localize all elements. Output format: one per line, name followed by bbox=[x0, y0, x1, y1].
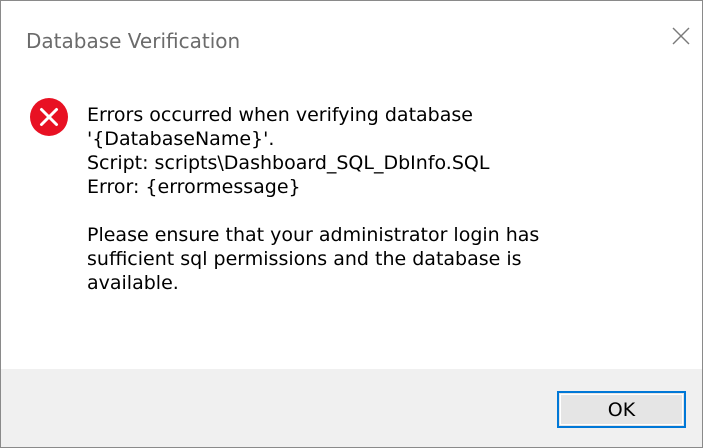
message-line: Error: {errormessage} bbox=[87, 176, 301, 198]
message-dialog: Database Verification Errors occurred wh… bbox=[0, 0, 703, 448]
message-spacer bbox=[87, 199, 647, 223]
error-icon bbox=[29, 97, 69, 137]
message-line: Errors occurred when verifying database bbox=[87, 104, 473, 126]
message-line: Script: scripts\Dashboard_SQL_DbInfo.SQL bbox=[87, 152, 490, 174]
ok-button[interactable]: OK bbox=[557, 391, 686, 428]
note-line: Please ensure that your administrator lo… bbox=[87, 224, 540, 246]
dialog-content: Errors occurred when verifying database … bbox=[1, 83, 702, 369]
dialog-title: Database Verification bbox=[26, 29, 241, 53]
title-bar: Database Verification bbox=[1, 1, 702, 83]
error-message: Errors occurred when verifying database … bbox=[87, 103, 647, 295]
close-icon bbox=[672, 27, 690, 45]
note-line: sufficient sql permissions and the datab… bbox=[87, 248, 522, 270]
close-button[interactable] bbox=[666, 21, 696, 51]
button-bar: OK bbox=[1, 369, 702, 447]
message-line: '{DatabaseName}'. bbox=[87, 128, 275, 150]
note-line: available. bbox=[87, 272, 179, 294]
